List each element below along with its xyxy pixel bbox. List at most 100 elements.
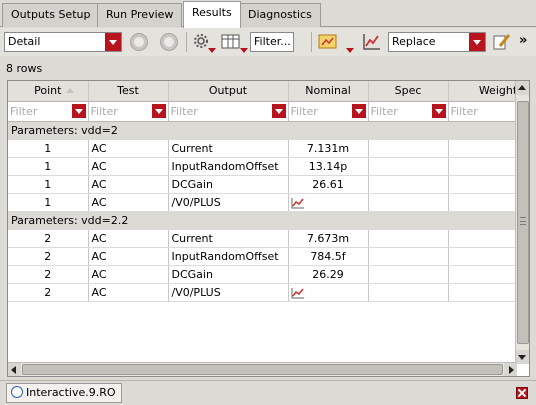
column-header-spec[interactable]: Spec [368,81,449,102]
filter-field-spec[interactable]: Filter [368,101,449,122]
column-header-test[interactable]: Test [88,81,169,102]
table-row[interactable]: 1 AC Current 7.131m [8,139,529,158]
cell-spec [368,229,449,248]
cell-output: /V0/PLUS [168,193,289,212]
chevron-down-icon[interactable] [469,33,485,51]
filter-dropdown-icon[interactable] [151,103,166,118]
chart-window-icon[interactable] [318,32,338,52]
column-header-output[interactable]: Output [168,81,289,102]
cell-spec [368,283,449,302]
grip-icon [520,217,526,225]
tab-results[interactable]: Results [183,1,241,28]
cell-output: InputRandomOffset [168,247,289,266]
cell-point: 1 [8,139,89,158]
filter-placeholder: Filter [290,104,318,118]
table-view-icon[interactable] [221,32,241,52]
edit-icon[interactable] [492,32,512,52]
scroll-down-icon[interactable] [516,350,529,364]
next-button[interactable] [160,33,178,51]
table-row[interactable]: 2 AC Current 7.673m [8,229,529,248]
table-row[interactable]: 1 AC DCGain 26.61 [8,175,529,194]
filter-placeholder: Filter [10,104,38,118]
filter-field-point[interactable]: Filter [8,101,89,122]
table-row[interactable]: 2 AC InputRandomOffset 784.5f [8,247,529,266]
group-row[interactable]: Parameters: vdd=2 [8,121,529,140]
cell-output: Current [168,139,289,158]
filter-field-nominal[interactable]: Filter [288,101,369,122]
group-label: Parameters: vdd=2 [8,121,529,140]
group-label: Parameters: vdd=2.2 [8,211,529,230]
chevron-down-icon[interactable] [208,48,216,53]
scroll-right-icon[interactable] [504,363,517,376]
cell-spec [368,157,449,176]
chevron-down-icon[interactable] [240,48,248,53]
cell-spec [368,193,449,212]
filter-field-test[interactable]: Filter [88,101,169,122]
horizontal-scroll-thumb[interactable] [22,364,503,375]
cell-nominal [288,283,369,302]
cell-spec [368,265,449,284]
cell-nominal: 26.29 [288,265,369,284]
column-header-nominal[interactable]: Nominal [288,81,369,102]
group-row[interactable]: Parameters: vdd=2.2 [8,211,529,230]
history-tab-label: Interactive.9.RO [26,386,116,399]
cell-test: AC [88,175,169,194]
filter-placeholder: Filter [90,104,118,118]
cell-point: 2 [8,229,89,248]
cell-point: 2 [8,283,89,302]
filter-dropdown-icon[interactable] [351,103,366,118]
cell-spec [368,139,449,158]
cell-point: 2 [8,247,89,266]
plot-icon[interactable] [291,287,305,299]
filter-dropdown-icon[interactable] [431,103,446,118]
sort-arrow-icon [65,88,74,93]
plot-icon[interactable] [362,32,382,52]
filter-dropdown-icon[interactable] [71,103,86,118]
filter-select-value: Filter... [254,35,291,48]
toolbar-separator [311,32,312,52]
results-table: Point Test Output Nominal Spec Weight Fi… [7,80,530,377]
previous-button[interactable] [130,33,148,51]
filter-field-output[interactable]: Filter [168,101,289,122]
tab-outputs-setup[interactable]: Outputs Setup [2,3,100,27]
mode-select[interactable]: Replace [388,32,486,52]
cell-nominal [288,193,369,212]
row-count: 8 rows [6,62,43,75]
tab-diagnostics[interactable]: Diagnostics [239,3,321,27]
filter-dropdown-icon[interactable] [271,103,286,118]
tab-run-preview[interactable]: Run Preview [97,3,183,27]
cell-test: AC [88,193,169,212]
column-header-point[interactable]: Point [8,81,89,102]
view-select[interactable]: Detail [4,32,122,52]
cell-point: 2 [8,265,89,284]
scroll-left-icon[interactable] [8,363,21,376]
filter-placeholder: Filter [450,104,478,118]
table-row[interactable]: 1 AC InputRandomOffset 13.14p [8,157,529,176]
view-select-value: Detail [8,35,41,48]
cell-nominal: 13.14p [288,157,369,176]
status-bar: Interactive.9.RO [0,380,536,405]
chevron-down-icon[interactable] [105,33,121,51]
filter-placeholder: Filter [170,104,198,118]
plot-icon[interactable] [291,197,305,209]
cell-nominal: 784.5f [288,247,369,266]
cell-nominal: 7.131m [288,139,369,158]
table-row[interactable]: 1 AC /V0/PLUS [8,193,529,212]
cell-point: 1 [8,157,89,176]
overflow-button[interactable]: » [519,33,527,48]
table-row[interactable]: 2 AC /V0/PLUS [8,283,529,302]
cell-output: /V0/PLUS [168,283,289,302]
chevron-down-icon[interactable] [346,48,354,53]
history-tab[interactable]: Interactive.9.RO [6,383,122,403]
close-icon[interactable] [516,387,528,399]
cell-test: AC [88,139,169,158]
toolbar: Detail Filter... Replace » [0,28,536,56]
table-row[interactable]: 2 AC DCGain 26.29 [8,265,529,284]
vertical-scrollbar[interactable] [515,81,529,364]
scroll-up-icon[interactable] [516,81,529,95]
vertical-scroll-thumb[interactable] [517,101,529,344]
horizontal-scrollbar[interactable] [8,362,517,376]
clock-icon [11,386,23,398]
filter-placeholder: Filter [370,104,398,118]
filter-select[interactable]: Filter... [250,32,294,52]
